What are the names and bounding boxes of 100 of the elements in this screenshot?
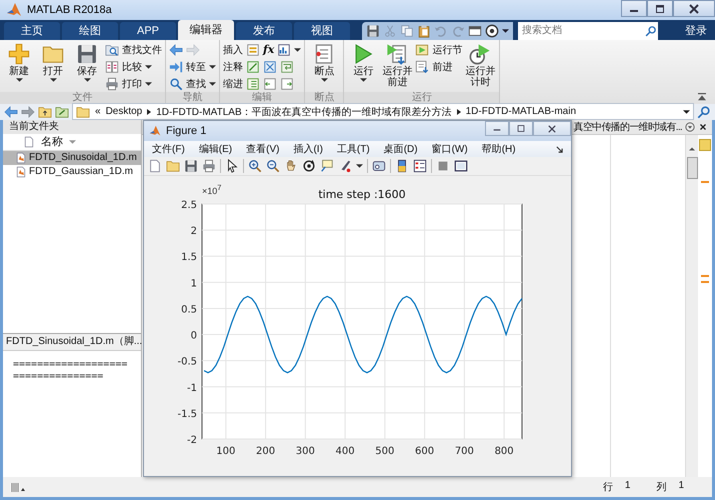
zoom-out-icon[interactable] [266, 159, 280, 173]
ribbon-button[interactable]: 保存 [71, 42, 103, 82]
ribbon-button[interactable]: 比较 [105, 58, 162, 75]
separator-icon [147, 108, 152, 115]
outdent-icon[interactable] [263, 76, 277, 91]
ribbon-tab[interactable]: APP [120, 22, 176, 40]
ribbon-button[interactable]: 转至 [169, 58, 216, 75]
scrollbar[interactable] [685, 134, 698, 478]
ribbon-button[interactable]: 断点 [308, 42, 340, 82]
menu-item[interactable]: 桌面(D) [384, 142, 418, 156]
tick-label: 2.5 [181, 200, 197, 211]
ribbon-button[interactable]: 运行 [347, 42, 380, 82]
pointer-icon[interactable] [225, 159, 239, 173]
legend-icon[interactable] [413, 159, 427, 173]
caret-icon[interactable] [294, 48, 302, 52]
scroll-thumb[interactable] [686, 156, 698, 179]
ribbon-tab[interactable]: 发布 [236, 22, 292, 40]
window-icon[interactable] [468, 24, 482, 38]
chart-icon[interactable] [277, 42, 292, 57]
printer-icon[interactable] [202, 159, 216, 173]
tick-label: -2 [187, 435, 197, 446]
forward-icon[interactable] [21, 104, 35, 119]
function-button[interactable]: fx [263, 43, 274, 56]
ribbon-button[interactable]: 运行并前进 [381, 42, 414, 88]
close-button[interactable] [673, 0, 715, 17]
indent-icon[interactable] [246, 76, 260, 91]
ribbon-button[interactable]: 运行节 [415, 42, 462, 58]
smart-indent-icon[interactable] [280, 76, 294, 91]
tick-label: 0.5 [181, 304, 197, 316]
folder-icon[interactable] [166, 159, 180, 173]
ribbon-button[interactable]: 打印 [105, 76, 162, 92]
wrap-icon[interactable] [280, 60, 294, 74]
menu-item[interactable]: 帮助(H) [482, 142, 516, 156]
back-icon[interactable] [169, 42, 183, 57]
scroll-up-icon[interactable] [689, 146, 695, 151]
ribbon-button[interactable]: 查找 [169, 76, 216, 92]
close-icon[interactable] [698, 122, 708, 132]
back-icon[interactable] [4, 104, 18, 119]
maximize-button[interactable] [647, 0, 673, 17]
ribbon-button[interactable]: 新建 [3, 42, 35, 82]
ribbon-tab[interactable]: 主页 [4, 22, 60, 40]
column-number: 1 [678, 480, 684, 494]
dock-icon[interactable] [556, 146, 563, 152]
caret-icon[interactable] [683, 110, 690, 114]
editor-tab[interactable]: 真空中传播的一维时域有... [573, 120, 682, 134]
arrow-icon [169, 60, 183, 74]
colorbar-icon[interactable] [395, 159, 409, 173]
caret-icon[interactable] [356, 164, 363, 168]
help-icon[interactable] [485, 24, 499, 38]
ribbon-button[interactable]: 缩进 [223, 76, 243, 92]
hand-icon[interactable] [284, 159, 298, 173]
zoom-in-icon[interactable] [248, 159, 262, 173]
ribbon-tab[interactable]: 编辑器 [178, 20, 234, 40]
ribbon-tab[interactable]: 视图 [294, 22, 350, 40]
copy-icon[interactable] [400, 24, 414, 38]
address-field[interactable]: « Desktop 1D-FDTD-MATLAB：平面波在真空中传播的一维时域有限差分方法 1D-FDTD-MATLAB-main [72, 103, 694, 120]
menu-item[interactable]: 文件(F) [152, 142, 185, 156]
ribbon-button[interactable]: 注释 [223, 58, 243, 75]
frame-icon[interactable] [454, 159, 468, 173]
ribbon-button[interactable]: 前进 [415, 58, 462, 75]
ribbon-button[interactable]: 运行并计时 [464, 42, 496, 88]
caret-icon[interactable] [502, 28, 509, 33]
insert-section-icon[interactable] [246, 42, 260, 57]
browse-folder-icon[interactable] [55, 104, 69, 119]
file-item[interactable]: FDTD_Gaussian_1D.m [3, 164, 141, 179]
ribbon-button[interactable]: 插入 [223, 42, 243, 58]
grip-icon[interactable] [11, 481, 27, 494]
data-tip-icon[interactable] [320, 159, 334, 173]
tick-label: 100 [216, 446, 236, 457]
collapse-icon[interactable] [697, 92, 707, 101]
menu-item[interactable]: 插入(I) [293, 142, 323, 156]
column-header[interactable]: 名称 [41, 134, 63, 150]
uncomment-icon[interactable] [263, 60, 277, 74]
search-field[interactable]: 搜索文档 [518, 22, 644, 40]
menu-item[interactable]: 查看(V) [246, 142, 280, 156]
new-document-icon[interactable] [148, 159, 162, 173]
maximize-button[interactable] [509, 121, 533, 136]
panel-title: 当前文件夹 [3, 120, 141, 134]
file-item[interactable]: FDTD_Sinusoidal_1D.m [3, 150, 141, 165]
clipboard-icon[interactable] [417, 24, 431, 38]
menu-item[interactable]: 工具(T) [336, 142, 370, 156]
warning-marker[interactable] [701, 280, 709, 283]
separator-icon [456, 108, 461, 115]
dropdown-icon[interactable] [685, 122, 695, 132]
ribbon-tab[interactable]: 绘图 [62, 22, 118, 40]
ribbon-button[interactable]: 打开 [37, 42, 69, 82]
comment-icon[interactable] [246, 60, 260, 74]
ribbon-button[interactable]: 查找文件 [105, 42, 162, 58]
rotate-icon[interactable] [302, 159, 316, 173]
menu-item[interactable]: 编辑(E) [198, 142, 232, 156]
sort-icon[interactable] [69, 140, 76, 144]
warning-marker[interactable] [701, 274, 709, 277]
warning-marker[interactable] [701, 180, 709, 183]
up-folder-icon[interactable] [38, 104, 52, 119]
minimize-button[interactable] [621, 0, 647, 17]
login-button[interactable]: 登录 [683, 22, 709, 38]
linked-plot-icon[interactable] [372, 159, 386, 173]
menu-item[interactable]: 窗口(W) [432, 142, 468, 156]
close-button[interactable] [533, 121, 571, 136]
search-icon[interactable] [697, 104, 711, 119]
